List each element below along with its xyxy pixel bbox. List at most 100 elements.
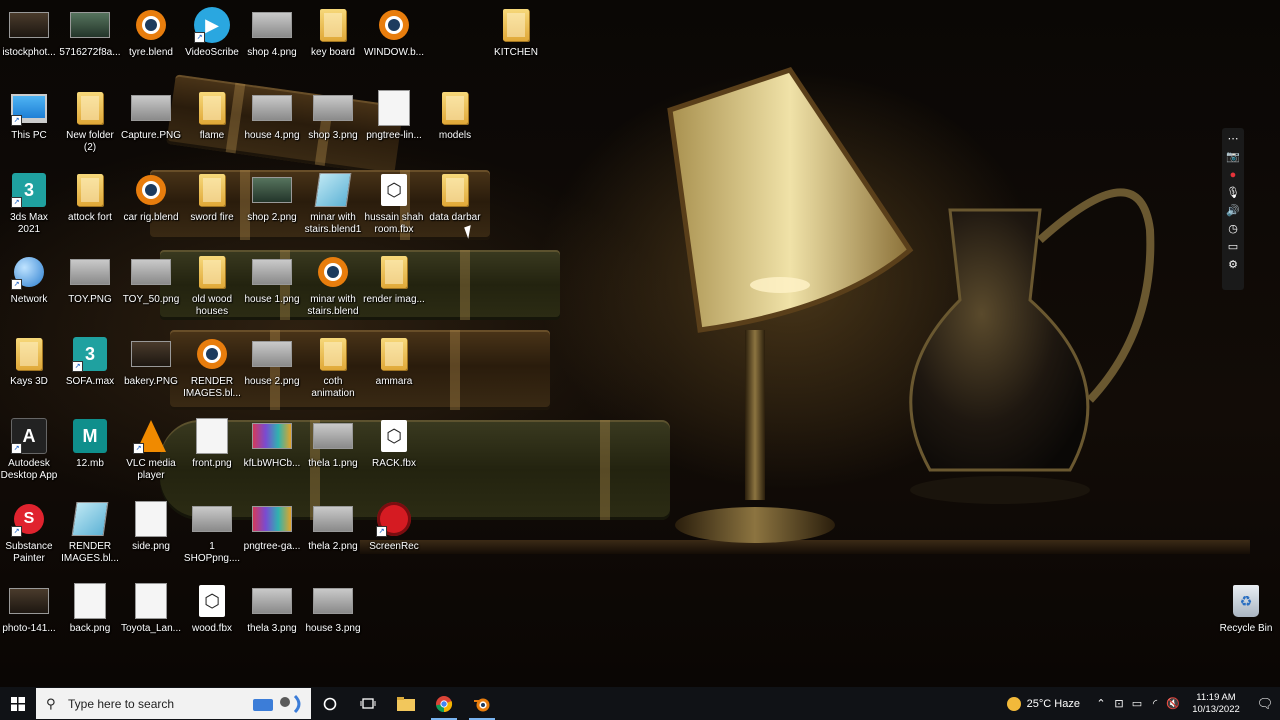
file-explorer-icon[interactable]: [387, 687, 425, 720]
desktop-icon[interactable]: attock fort: [59, 170, 121, 224]
desktop-icon[interactable]: ↗ Network: [0, 252, 60, 306]
blender-file-icon: [131, 5, 171, 45]
start-button[interactable]: [0, 687, 36, 720]
desktop-icon[interactable]: house 3.png: [302, 581, 364, 635]
desktop-icon[interactable]: pngtree-lin...: [363, 88, 425, 142]
chevron-up-icon[interactable]: ⌃: [1092, 697, 1110, 710]
desktop-icon[interactable]: ♻ Recycle Bin: [1215, 581, 1277, 635]
desktop-icon[interactable]: shop 2.png: [241, 170, 303, 224]
desktop-icon[interactable]: thela 2.png: [302, 499, 364, 553]
desktop-icon[interactable]: back.png: [59, 581, 121, 635]
screenrec-icon: ↗: [374, 499, 414, 539]
task-view-icon[interactable]: [349, 687, 387, 720]
desktop-icon[interactable]: 1 SHOPpng....: [181, 499, 243, 565]
desktop-icon[interactable]: data darbar: [424, 170, 486, 224]
desktop-icon[interactable]: WINDOW.b...: [363, 5, 425, 59]
desktop-icon[interactable]: 3 ↗ SOFA.max: [59, 334, 121, 388]
desktop-icon-label: bakery.PNG: [124, 376, 178, 387]
image-file-icon: [252, 5, 292, 45]
desktop-icon[interactable]: kfLbWHCb...: [241, 416, 303, 470]
desktop-icon[interactable]: thela 3.png: [241, 581, 303, 635]
folder-icon: [192, 252, 232, 292]
desktop-icon[interactable]: istockphot...: [0, 5, 60, 59]
desktop-icon[interactable]: ↗ VLC media player: [120, 416, 182, 482]
desktop-icon[interactable]: photo-141...: [0, 581, 60, 635]
clock[interactable]: 11:19 AM 10/13/2022: [1188, 692, 1244, 716]
desktop-icon[interactable]: minar with stairs.blend1: [302, 170, 364, 236]
desktop-icon[interactable]: pngtree-ga...: [241, 499, 303, 553]
desktop-icon[interactable]: Kays 3D: [0, 334, 60, 388]
desktop-icon[interactable]: TOY.PNG: [59, 252, 121, 306]
desktop-icon[interactable]: KITCHEN: [485, 5, 547, 59]
desktop-icon[interactable]: tyre.blend: [120, 5, 182, 59]
speaker-icon[interactable]: 🔊: [1225, 204, 1241, 218]
desktop-icon[interactable]: models: [424, 88, 486, 142]
desktop-icon[interactable]: thela 1.png: [302, 416, 364, 470]
desktop-icon[interactable]: ⬡ hussain shah room.fbx: [363, 170, 425, 236]
desktop-icon[interactable]: house 1.png: [241, 252, 303, 306]
desktop-icon[interactable]: house 2.png: [241, 334, 303, 388]
desktop-icon-label: shop 3.png: [308, 130, 358, 141]
chrome-icon[interactable]: [425, 687, 463, 720]
desktop-icon[interactable]: side.png: [120, 499, 182, 553]
desktop-icon[interactable]: front.png: [181, 416, 243, 470]
desktop-icon-label: old wood houses: [191, 294, 233, 317]
desktop-icon[interactable]: ⬡ RACK.fbx: [363, 416, 425, 470]
desktop-icon[interactable]: A ↗ Autodesk Desktop App: [0, 416, 60, 482]
desktop-icon[interactable]: old wood houses: [181, 252, 243, 318]
drag-handle-icon[interactable]: ⋯: [1225, 132, 1241, 146]
desktop-icon[interactable]: shop 4.png: [241, 5, 303, 59]
desktop-icon[interactable]: shop 3.png: [302, 88, 364, 142]
desktop-icon[interactable]: minar with stairs.blend: [302, 252, 364, 318]
folder-icon: [192, 170, 232, 210]
notification-center-icon[interactable]: 🗨: [1250, 696, 1280, 712]
image-file-icon: [131, 334, 171, 374]
desktop-icon[interactable]: RENDER IMAGES.bl...: [59, 499, 121, 565]
desktop-icon[interactable]: key board: [302, 5, 364, 59]
desktop-icon[interactable]: ▶ ↗ VideoScribe: [181, 5, 243, 59]
image-file-icon: [131, 581, 171, 621]
blender-taskbar-icon[interactable]: [463, 687, 501, 720]
battery-icon[interactable]: ▭: [1128, 697, 1146, 710]
vlc-cone-icon: ↗: [131, 416, 171, 456]
desktop-icon[interactable]: M 12.mb: [59, 416, 121, 470]
desktop-icon[interactable]: ammara: [363, 334, 425, 388]
folder-icon[interactable]: ▭: [1225, 240, 1241, 254]
record-icon[interactable]: ●: [1225, 168, 1241, 182]
desktop-icon[interactable]: ↗ ScreenRec: [363, 499, 425, 553]
desktop-icon-label: WINDOW.b...: [364, 47, 424, 58]
desktop-icon[interactable]: RENDER IMAGES.bl...: [181, 334, 243, 400]
desktop-icon[interactable]: render imag...: [363, 252, 425, 306]
desktop-icon[interactable]: sword fire: [181, 170, 243, 224]
image-file-icon: [252, 88, 292, 128]
desktop-icon[interactable]: Toyota_Lan...: [120, 581, 182, 635]
desktop-icon[interactable]: Capture.PNG: [120, 88, 182, 142]
desktop-icon[interactable]: coth animation: [302, 334, 364, 400]
history-icon[interactable]: ◷: [1225, 222, 1241, 236]
desktop-icon[interactable]: New folder (2): [59, 88, 121, 154]
desktop-icon[interactable]: ⬡ wood.fbx: [181, 581, 243, 635]
weather-text: 25°C Haze: [1026, 697, 1080, 710]
desktop-icon-label: 3ds Max 2021: [10, 212, 48, 235]
weather-widget[interactable]: 25°C Haze: [1006, 696, 1080, 711]
desktop-icon[interactable]: bakery.PNG: [120, 334, 182, 388]
desktop-icon[interactable]: car rig.blend: [120, 170, 182, 224]
desktop-icon[interactable]: flame: [181, 88, 243, 142]
volume-muted-icon[interactable]: 🔇: [1164, 697, 1182, 710]
image-file-icon: [252, 252, 292, 292]
taskbar-search-box[interactable]: ⚲ Type here to search: [36, 688, 311, 719]
system-tray: 25°C Haze ⌃ ⊡ ▭ ◜ 🔇 11:19 AM 10/13/2022 …: [1006, 687, 1280, 720]
cortana-icon[interactable]: [311, 687, 349, 720]
desktop-icon[interactable]: S ↗ Substance Painter: [0, 499, 60, 565]
gear-icon[interactable]: ⚙: [1225, 258, 1241, 272]
camera-icon[interactable]: 📷: [1225, 150, 1241, 164]
network-monitor-icon[interactable]: ⊡: [1110, 697, 1128, 710]
desktop-icon[interactable]: ↗ This PC: [0, 88, 60, 142]
desktop-icon[interactable]: TOY_50.png: [120, 252, 182, 306]
desktop-icon-label: 5716272f8a...: [59, 47, 121, 58]
microphone-icon[interactable]: 🎙: [1225, 186, 1241, 200]
desktop-icon[interactable]: 5716272f8a...: [59, 5, 121, 59]
desktop-icon[interactable]: 3 ↗ 3ds Max 2021: [0, 170, 60, 236]
wifi-icon[interactable]: ◜: [1146, 697, 1164, 710]
desktop-icon[interactable]: house 4.png: [241, 88, 303, 142]
